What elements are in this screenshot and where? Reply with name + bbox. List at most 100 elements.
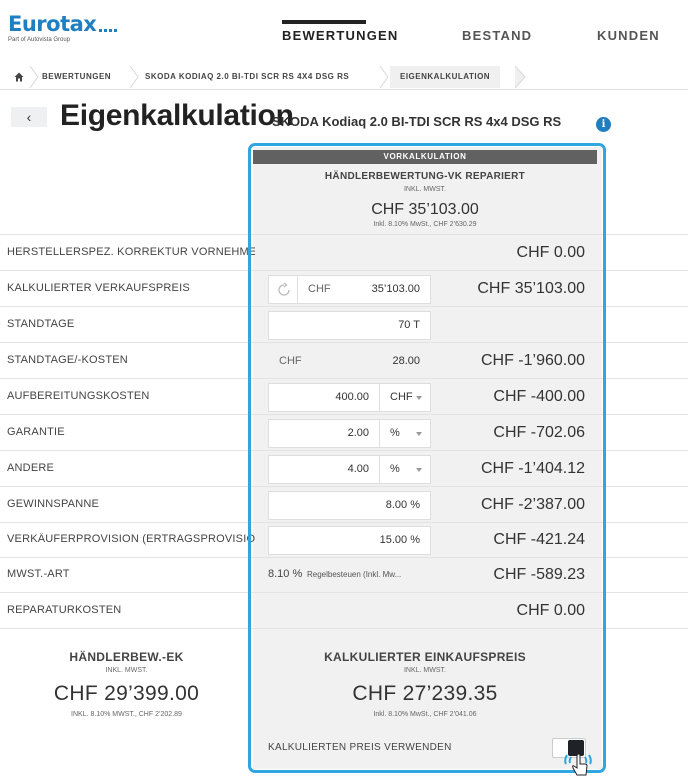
back-button[interactable]: ‹: [11, 107, 47, 127]
reset-button[interactable]: [268, 275, 298, 304]
input-value: 4.00: [347, 463, 369, 475]
hb-subtitle: INKL. MWST.: [403, 186, 446, 193]
standtage-input[interactable]: 70 T: [268, 311, 431, 340]
summary-left-title: HÄNDLERBEW.-EK: [69, 650, 184, 664]
row-label-aufbereitung: AUFBEREITUNGSKOSTEN: [7, 390, 150, 402]
input-value: 8.00 %: [385, 499, 420, 511]
mwst-type-select[interactable]: Regelbesteuen (Inkl. Mw...: [307, 570, 429, 579]
select-value: %: [390, 463, 400, 475]
hb-note: Inkl. 8.10% MwSt., CHF 2’630.29: [373, 221, 477, 228]
nav-bestand[interactable]: BESTAND: [462, 28, 532, 43]
logo-subtitle: Part of Autovista Group: [8, 37, 71, 43]
home-icon[interactable]: [14, 72, 24, 82]
eurotax-logo[interactable]: Eurotax Part of Autovista Group: [8, 13, 119, 43]
row-divider: [0, 522, 688, 523]
row-label-standtage: STANDTAGE: [7, 318, 75, 330]
hb-value: CHF 35’103.00: [371, 201, 479, 218]
row-value-verkaufspreis: CHF 35’103.00: [477, 280, 585, 297]
row-divider: [0, 342, 688, 343]
select-value: CHF: [390, 391, 413, 403]
nav-bewertungen[interactable]: BEWERTUNGEN: [282, 28, 398, 43]
row-value-gewinnspanne: CHF -2’387.00: [480, 496, 585, 513]
currency-prefix: CHF: [279, 355, 302, 367]
row-divider: [0, 270, 688, 271]
row-value-verkaeuferprovision: CHF -421.24: [493, 531, 585, 548]
input-value: 70 T: [398, 319, 420, 331]
active-nav-indicator: [282, 20, 366, 24]
garantie-unit-select[interactable]: %: [379, 419, 431, 448]
column-header: VORKALKULATION: [253, 150, 597, 164]
row-label-garantie: GARANTIE: [7, 426, 65, 438]
caret-down-icon: [416, 396, 422, 400]
row-value-herstellerspez: CHF 0.00: [516, 244, 585, 261]
input-value: 2.00: [347, 427, 369, 439]
row-label-verkaufspreis: KALKULIERTER VERKAUFSPREIS: [7, 282, 190, 294]
verkaeuferprovision-input[interactable]: 15.00 %: [268, 526, 431, 555]
standtage-kosten-field: CHF 28.00: [268, 347, 431, 376]
row-value-garantie: CHF -702.06: [493, 424, 585, 441]
row-divider: [0, 450, 688, 451]
app-header: Eurotax Part of Autovista Group BEWERTUN…: [0, 0, 688, 62]
row-label-standtage-kosten: STANDTAGE/-KOSTEN: [7, 354, 128, 366]
chevron-left-icon: ‹: [26, 109, 32, 125]
input-value: 35’103.00: [371, 283, 420, 295]
row-label-herstellerspez: HERSTELLERSPEZ. KORREKTUR VORNEHMEN: [7, 246, 255, 258]
gewinnspanne-input[interactable]: 8.00 %: [268, 491, 431, 520]
reset-icon: [278, 282, 290, 296]
andere-unit-select[interactable]: %: [379, 455, 431, 484]
row-value-standtage-kosten: CHF -1’960.00: [480, 352, 585, 369]
row-divider: [0, 486, 688, 487]
breadcrumb: BEWERTUNGEN SKODA KODIAQ 2.0 BI-TDI SCR …: [0, 66, 688, 90]
row-divider: [0, 592, 688, 593]
select-value: %: [390, 427, 400, 439]
row-label-reparaturkosten: REPARATURKOSTEN: [7, 604, 122, 616]
row-value-aufbereitung: CHF -400.00: [493, 388, 585, 405]
row-label-gewinnspanne: GEWINNSPANNE: [7, 498, 100, 510]
aufbereitung-unit-select[interactable]: CHF: [379, 383, 431, 412]
verkaufspreis-input[interactable]: CHF 35’103.00: [297, 275, 431, 304]
breadcrumb-current: EIGENKALKULATION: [390, 66, 501, 88]
row-value-andere: CHF -1’404.12: [480, 460, 585, 477]
breadcrumb-separator-icon: [129, 66, 139, 88]
breadcrumb-separator-icon: [379, 66, 389, 88]
breadcrumb-vehicle[interactable]: SKODA KODIAQ 2.0 BI-TDI SCR RS 4X4 DSG R…: [145, 66, 349, 88]
row-divider: [0, 557, 688, 558]
breadcrumb-separator-icon: [29, 66, 39, 88]
input-value: 15.00 %: [379, 534, 420, 546]
summary-right-note: Inkl. 8.10% MwSt., CHF 2’041.06: [373, 711, 477, 718]
nav-kunden[interactable]: KUNDEN: [597, 28, 660, 43]
summary-right-value: CHF 27’239.35: [352, 682, 498, 705]
caret-down-icon: [416, 432, 422, 436]
hand-cursor-icon: [564, 753, 592, 776]
input-value: 400.00: [335, 391, 369, 403]
logo-dots-icon: [99, 14, 119, 36]
toggle-label: KALKULIERTEN PREIS VERWENDEN: [268, 742, 452, 753]
breadcrumb-separator-icon: [515, 66, 526, 88]
caret-down-icon: [416, 468, 422, 472]
row-divider: [0, 414, 688, 415]
summary-left-subtitle: INKL. MWST.: [105, 667, 148, 674]
vehicle-subtitle: SKODA Kodiaq 2.0 BI-TDI SCR RS 4x4 DSG R…: [272, 114, 562, 129]
input-value: 28.00: [392, 355, 420, 367]
row-value-mwst-art: CHF -589.23: [493, 566, 585, 583]
row-label-verkaeuferprovision: VERKÄUFERPROVISION (ERTRAGSPROVISION): [7, 533, 255, 545]
garantie-input[interactable]: 2.00: [268, 419, 380, 448]
row-divider: [0, 378, 688, 379]
summary-right-subtitle: INKL. MWST.: [403, 667, 446, 674]
andere-input[interactable]: 4.00: [268, 455, 380, 484]
row-divider: [0, 234, 688, 235]
breadcrumb-bewertungen[interactable]: BEWERTUNGEN: [42, 66, 111, 88]
mwst-percent: 8.10 %: [268, 568, 303, 580]
row-label-mwst-art: MWST.-ART: [7, 568, 70, 580]
summary-right-title: KALKULIERTER EINKAUFSPREIS: [324, 650, 526, 664]
page-title: Eigenkalkulation: [60, 99, 294, 132]
aufbereitung-input[interactable]: 400.00: [268, 383, 380, 412]
row-label-andere: ANDERE: [7, 462, 55, 474]
row-divider: [0, 306, 688, 307]
logo-text: Eurotax: [8, 12, 97, 36]
row-value-reparaturkosten: CHF 0.00: [516, 602, 585, 619]
currency-prefix: CHF: [308, 283, 331, 295]
info-icon[interactable]: i: [596, 117, 611, 132]
summary-left-note: INKL. 8.10% MWST., CHF 2’202.89: [71, 711, 182, 718]
hb-title: HÄNDLERBEWERTUNG-VK REPARIERT: [324, 171, 526, 182]
